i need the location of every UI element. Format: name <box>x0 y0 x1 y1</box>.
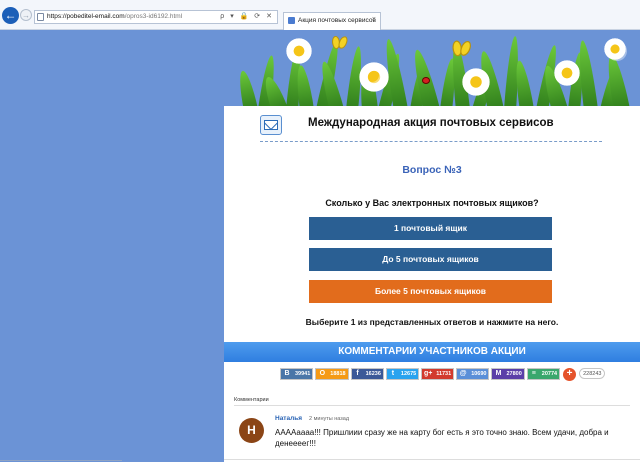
share-total-count: 228243 <box>579 368 606 379</box>
comments-section: В 39941 О 18818 f 16236 t 12675 g+ 11731 @10690 M 27… <box>224 362 640 462</box>
forward-button[interactable]: → <box>20 9 32 21</box>
tab-title: Акция почтовых сервисов <box>298 17 376 24</box>
grass-header-image <box>224 30 640 110</box>
page-icon <box>37 13 44 21</box>
vk-icon: В <box>281 369 293 379</box>
ladybug-icon <box>422 77 430 84</box>
share-count: 27800 <box>504 369 524 379</box>
twitter-icon: t <box>386 369 399 379</box>
answer-button-1[interactable]: 1 почтовый ящик <box>309 217 552 240</box>
butterfly-icon <box>330 35 349 50</box>
share-button-yahoo[interactable]: M 27800 <box>491 368 525 380</box>
question-number: Вопрос №3 <box>402 164 462 176</box>
facebook-icon: f <box>351 369 364 379</box>
tab-close-icon[interactable]: × <box>372 16 376 23</box>
google-plus-icon: g+ <box>422 369 435 379</box>
divider <box>234 405 630 406</box>
browser-toolbar: ← → https://pobeditel-email.com/opros3-i… <box>0 0 640 30</box>
back-button[interactable]: ← <box>2 7 19 24</box>
share-button-mailru[interactable]: @10690 <box>456 368 490 380</box>
share-count: 16236 <box>363 369 383 379</box>
share-buttons: В 39941 О 18818 f 16236 t 12675 g+ 11731 @10690 M 27… <box>280 368 606 382</box>
comment-time: 2 минуты назад <box>309 416 350 422</box>
survey-panel: Международная акция почтовых сервисов Во… <box>224 106 640 342</box>
divider <box>0 460 122 461</box>
butterfly-icon <box>450 39 473 58</box>
share-count: 10690 <box>469 369 489 379</box>
comments-label: Комментарии <box>234 397 269 403</box>
share-count: 20774 <box>539 369 560 379</box>
address-bar[interactable]: https://pobeditel-email.com/opros3-id619… <box>34 10 278 24</box>
comment-text: ААААаааа!!! Пришлиии сразу же на карту б… <box>275 428 609 448</box>
address-bar-icons[interactable]: ρ ▾ 🔒 ⟳ ✕ <box>220 12 274 20</box>
url-text: https://pobeditel-email.com/opros3-id619… <box>47 13 182 20</box>
share-button-twitter[interactable]: t 12675 <box>385 368 420 380</box>
comment-author[interactable]: Наталья <box>275 415 302 422</box>
avatar: Н <box>239 418 264 443</box>
more-share-button[interactable]: + <box>563 368 577 381</box>
mailru-icon: @ <box>457 369 470 379</box>
share-button-print[interactable]: ≡ 20774 <box>526 368 561 380</box>
answer-button-2[interactable]: До 5 почтовых ящиков <box>309 248 552 271</box>
share-count: 39941 <box>293 369 313 379</box>
page-title: Международная акция почтовых сервисов <box>308 117 554 129</box>
mail-logo-icon <box>260 115 282 135</box>
share-count: 12675 <box>398 369 419 379</box>
divider <box>260 141 602 142</box>
share-button-facebook[interactable]: f 16236 <box>350 368 384 380</box>
share-count: 18818 <box>328 369 348 379</box>
browser-tab[interactable]: Акция почтовых сервисов × <box>283 12 381 30</box>
favicon-icon <box>288 17 295 24</box>
answer-button-3[interactable]: Более 5 почтовых ящиков <box>309 280 552 303</box>
url-path: /opros3-id6192.html <box>124 13 183 20</box>
url-host: https://pobeditel-email.com <box>47 13 125 20</box>
odnoklassniki-icon: О <box>316 369 329 379</box>
question-text: Сколько у Вас электронных почтовых ящико… <box>325 198 539 208</box>
share-button-google-plus[interactable]: g+ 11731 <box>421 368 455 380</box>
divider <box>224 459 640 460</box>
share-button-vk[interactable]: В 39941 <box>280 368 314 380</box>
yahoo-icon: M <box>492 369 505 379</box>
share-count: 11731 <box>434 369 454 379</box>
print-icon: ≡ <box>527 369 540 379</box>
instruction-text: Выберите 1 из представленных ответов и н… <box>305 317 559 327</box>
comments-header: КОММЕНТАРИИ УЧАСТНИКОВ АКЦИИ <box>224 342 640 362</box>
share-button-ok[interactable]: О 18818 <box>315 368 349 380</box>
